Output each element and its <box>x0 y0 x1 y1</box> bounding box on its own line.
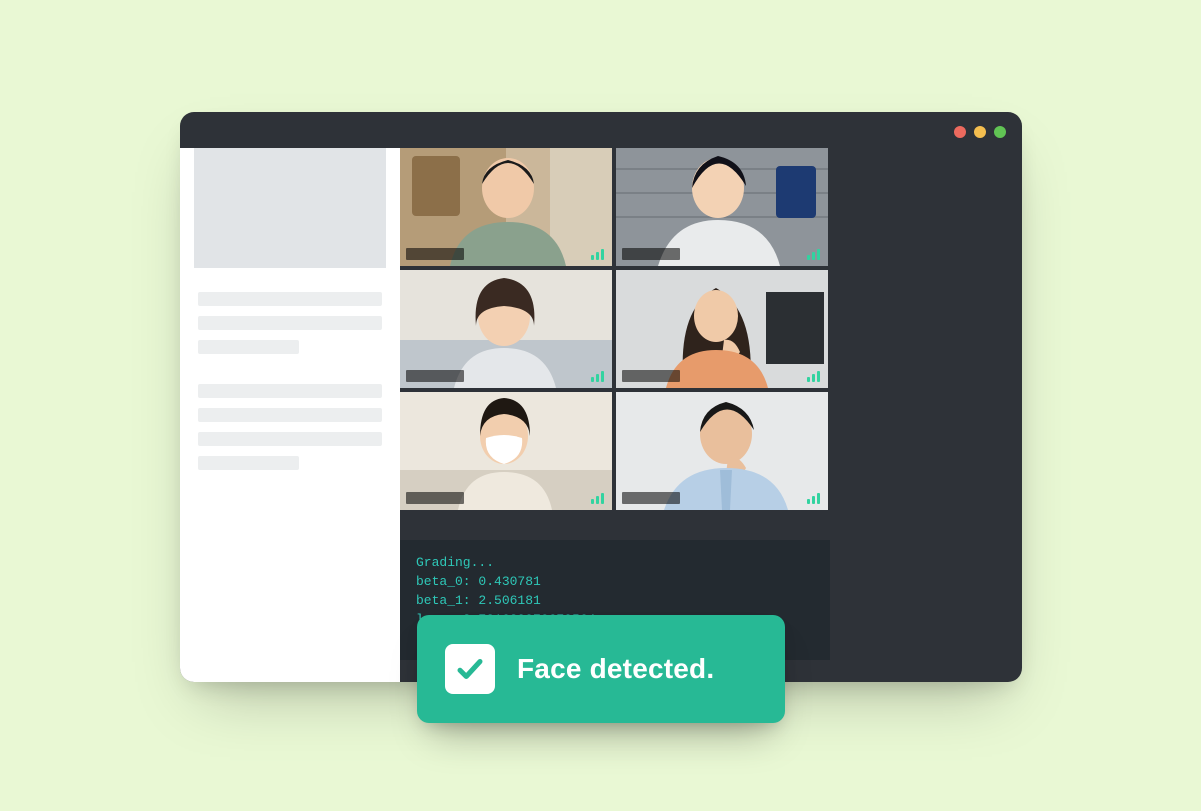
participant-name-tag <box>622 492 680 504</box>
signal-icon <box>807 493 820 504</box>
participant-name-tag <box>622 370 680 382</box>
sidebar-text-block-1 <box>180 292 400 384</box>
content-row: Grading... beta_0: 0.430781 beta_1: 2.50… <box>180 148 1022 682</box>
skeleton-line <box>198 292 382 306</box>
terminal-line: Grading... <box>416 554 814 573</box>
participant-name-tag <box>406 492 464 504</box>
window-close-button[interactable] <box>954 126 966 138</box>
signal-icon <box>591 493 604 504</box>
skeleton-line <box>198 432 382 446</box>
video-grid <box>400 148 1022 510</box>
toast-label: Face detected. <box>517 653 714 685</box>
skeleton-line <box>198 340 299 354</box>
video-tile[interactable] <box>400 270 612 388</box>
skeleton-line <box>198 316 382 330</box>
signal-icon <box>807 249 820 260</box>
app-window: Grading... beta_0: 0.430781 beta_1: 2.50… <box>180 112 1022 682</box>
video-tile[interactable] <box>400 148 612 266</box>
sidebar <box>180 148 400 682</box>
video-tile[interactable] <box>400 392 612 510</box>
skeleton-line <box>198 456 299 470</box>
video-tile[interactable] <box>616 270 828 388</box>
sidebar-hero-placeholder <box>194 148 386 268</box>
participant-name-tag <box>406 248 464 260</box>
skeleton-line <box>198 384 382 398</box>
sidebar-text-block-2 <box>180 384 400 500</box>
terminal-line: beta_0: 0.430781 <box>416 573 814 592</box>
window-controls <box>954 126 1006 138</box>
main-area: Grading... beta_0: 0.430781 beta_1: 2.50… <box>400 148 1022 682</box>
skeleton-line <box>198 408 382 422</box>
participant-name-tag <box>406 370 464 382</box>
signal-icon <box>591 371 604 382</box>
signal-icon <box>591 249 604 260</box>
window-zoom-button[interactable] <box>994 126 1006 138</box>
check-icon <box>445 644 495 694</box>
window-minimize-button[interactable] <box>974 126 986 138</box>
participant-name-tag <box>622 248 680 260</box>
terminal-line: beta_1: 2.506181 <box>416 592 814 611</box>
video-tile[interactable] <box>616 392 828 510</box>
signal-icon <box>807 371 820 382</box>
face-detected-toast: Face detected. <box>417 615 785 723</box>
video-tile[interactable] <box>616 148 828 266</box>
